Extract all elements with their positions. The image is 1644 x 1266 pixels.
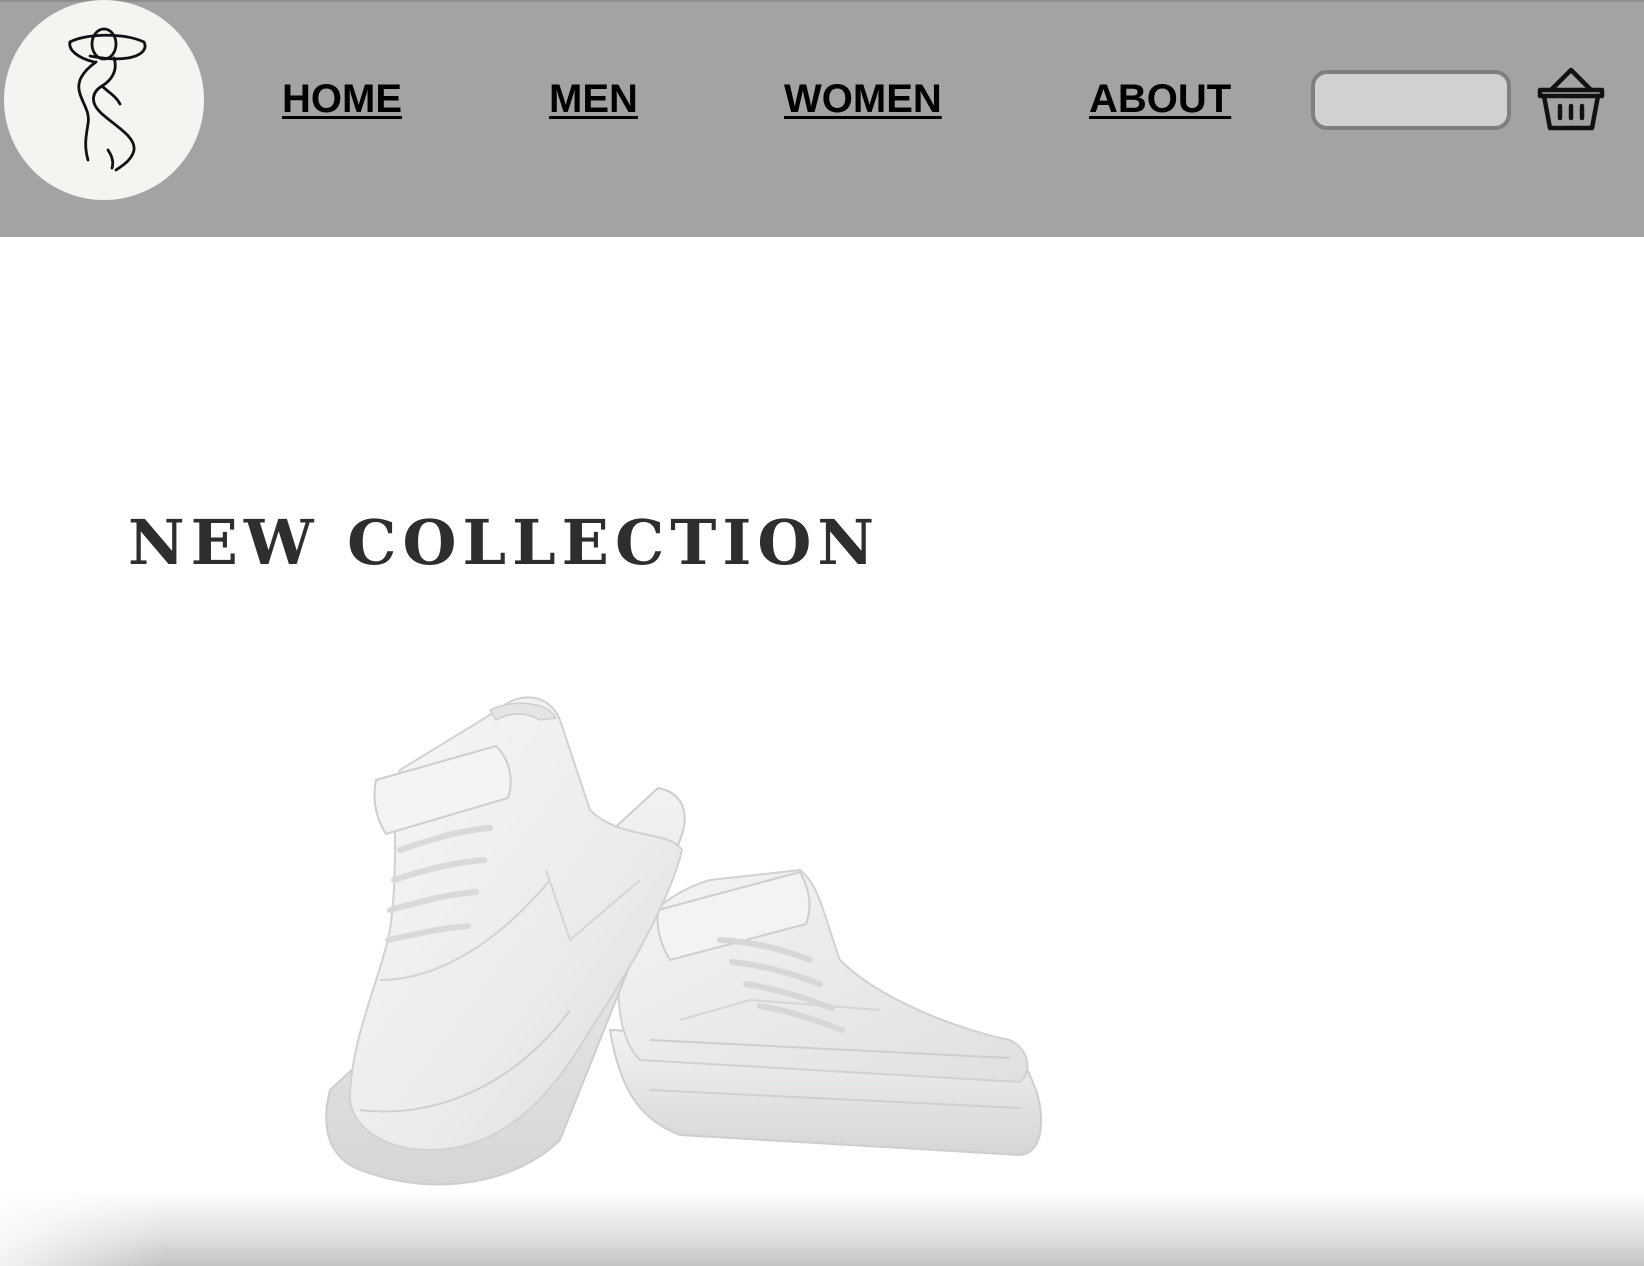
collection-headline: NEW COLLECTION: [128, 506, 881, 579]
basket-icon[interactable]: [1536, 64, 1606, 134]
line-art-figure-logo-icon: [68, 27, 147, 172]
site-header: HOME MEN WOMEN ABOUT: [0, 0, 1644, 237]
nav-home-link[interactable]: HOME: [282, 72, 402, 126]
search-input[interactable]: [1311, 70, 1511, 130]
nav-men-link[interactable]: MEN: [549, 72, 638, 126]
nav-about-link[interactable]: ABOUT: [1089, 72, 1231, 126]
sneakers-hero-image: [320, 680, 1100, 1220]
bottom-shadow: [0, 1190, 1644, 1266]
nav-women-link[interactable]: WOMEN: [784, 72, 942, 126]
brand-logo[interactable]: [4, 0, 204, 200]
page: HOME MEN WOMEN ABOUT NEW COLLECTION: [0, 0, 1644, 1266]
